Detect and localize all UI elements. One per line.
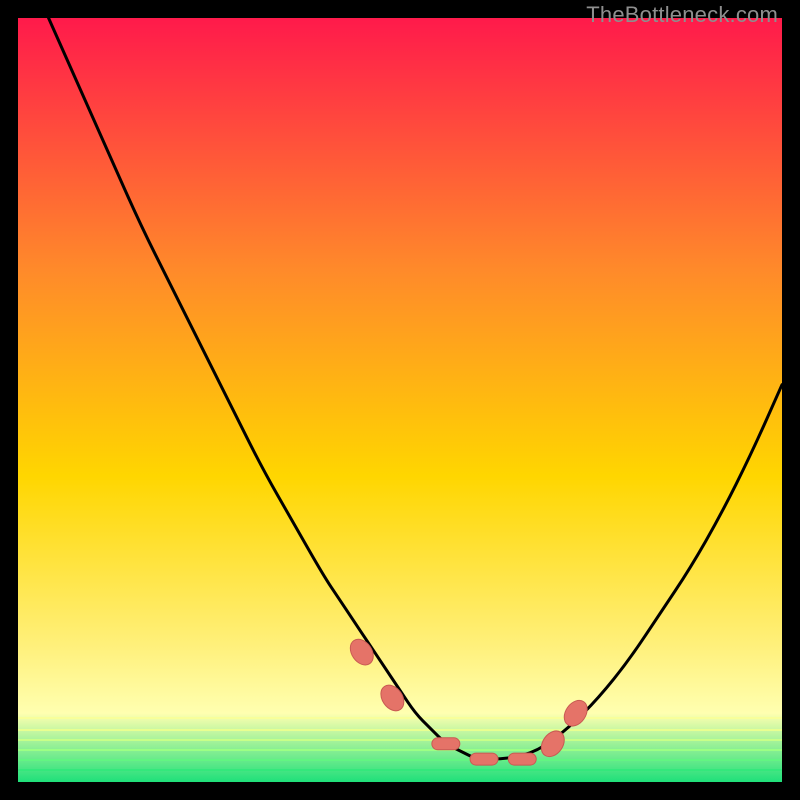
curve-marker xyxy=(432,738,460,750)
watermark-text: TheBottleneck.com xyxy=(586,2,778,28)
gradient-background xyxy=(18,18,782,782)
bottleneck-chart xyxy=(18,18,782,782)
curve-marker xyxy=(470,753,498,765)
curve-marker xyxy=(508,753,536,765)
chart-frame xyxy=(18,18,782,782)
